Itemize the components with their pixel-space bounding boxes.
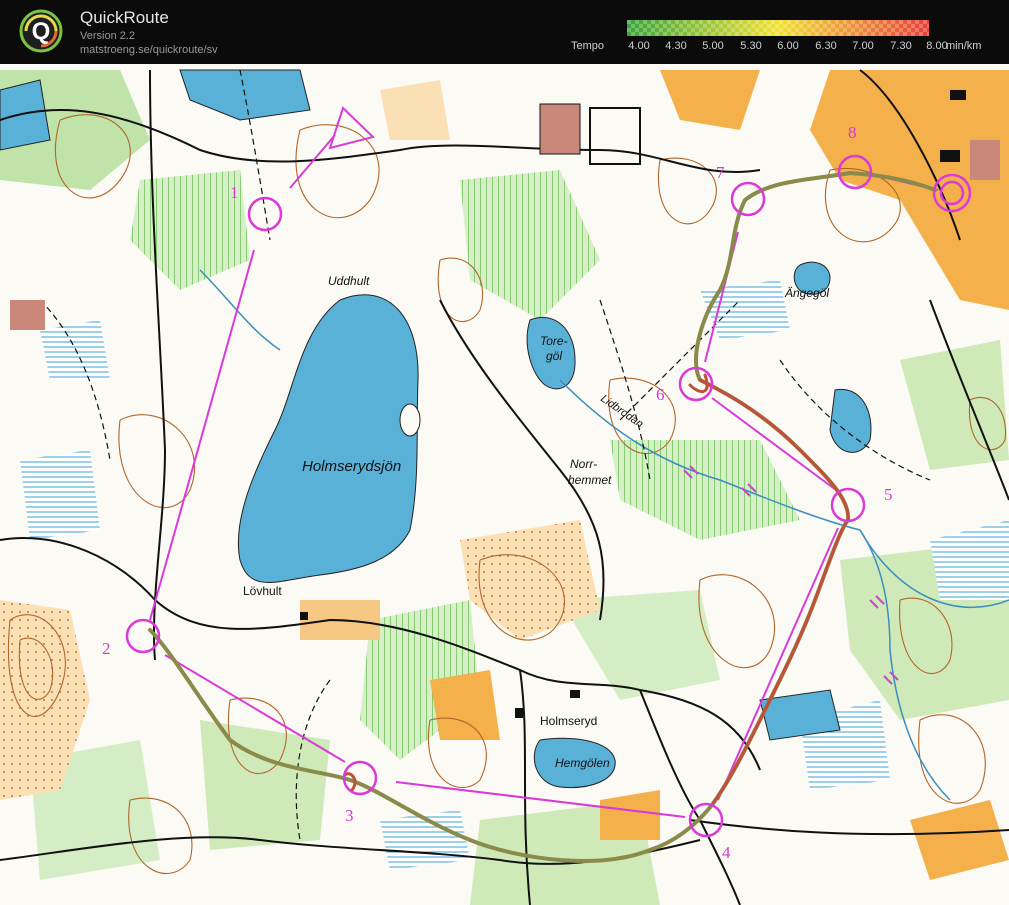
- control-number-7: 7: [716, 163, 725, 182]
- label-angegol: Ängegöl: [784, 286, 829, 300]
- label-toregol-line2: göl: [546, 349, 562, 363]
- label-norrhemmet-line2: hemmet: [568, 473, 612, 487]
- label-toregol-line1: Tore-: [540, 334, 568, 348]
- tempo-tick: 4.30: [665, 40, 687, 52]
- tempo-legend-label: Tempo: [571, 40, 605, 52]
- label-uddhult: Uddhult: [328, 274, 370, 288]
- tempo-unit: min/km: [946, 40, 982, 52]
- control-number-5: 5: [884, 485, 893, 504]
- island: [399, 403, 421, 437]
- control-number-2: 2: [102, 639, 111, 658]
- label-norrhemmet-line1: Norr-: [570, 457, 597, 471]
- tempo-tick: 6.30: [815, 40, 837, 52]
- app-version: Version 2.2: [80, 30, 136, 42]
- map-canvas[interactable]: Holmserydsjön Uddhult Lövhult Tore- göl …: [0, 64, 1009, 905]
- tempo-tick: 5.30: [740, 40, 762, 52]
- control-number-3: 3: [345, 806, 354, 825]
- tempo-tick: 7.30: [890, 40, 912, 52]
- tempo-tick: 5.00: [702, 40, 724, 52]
- label-holmserydsjon: Holmserydsjön: [302, 458, 401, 475]
- label-holmseryd: Holmseryd: [540, 714, 597, 728]
- tempo-tick: 7.00: [852, 40, 874, 52]
- svg-text:Q: Q: [32, 18, 51, 45]
- control-number-4: 4: [722, 843, 731, 862]
- app-title: QuickRoute: [80, 8, 169, 27]
- control-number-8: 8: [848, 123, 857, 142]
- quickroute-logo-icon: Q: [19, 9, 63, 53]
- control-number-6: 6: [656, 385, 665, 404]
- orienteering-map[interactable]: Holmserydsjön Uddhult Lövhult Tore- göl …: [0, 64, 1009, 905]
- tempo-color-bar: [627, 20, 929, 36]
- label-lovhult: Lövhult: [243, 584, 282, 598]
- tempo-tick: 6.00: [777, 40, 799, 52]
- app-url[interactable]: matstroeng.se/quickroute/sv: [80, 44, 218, 56]
- app-header: Q QuickRoute Version 2.2 matstroeng.se/q…: [0, 0, 1009, 64]
- tempo-tick: 4.00: [628, 40, 650, 52]
- control-number-1: 1: [230, 183, 239, 202]
- label-hemgolen: Hemgölen: [555, 756, 610, 770]
